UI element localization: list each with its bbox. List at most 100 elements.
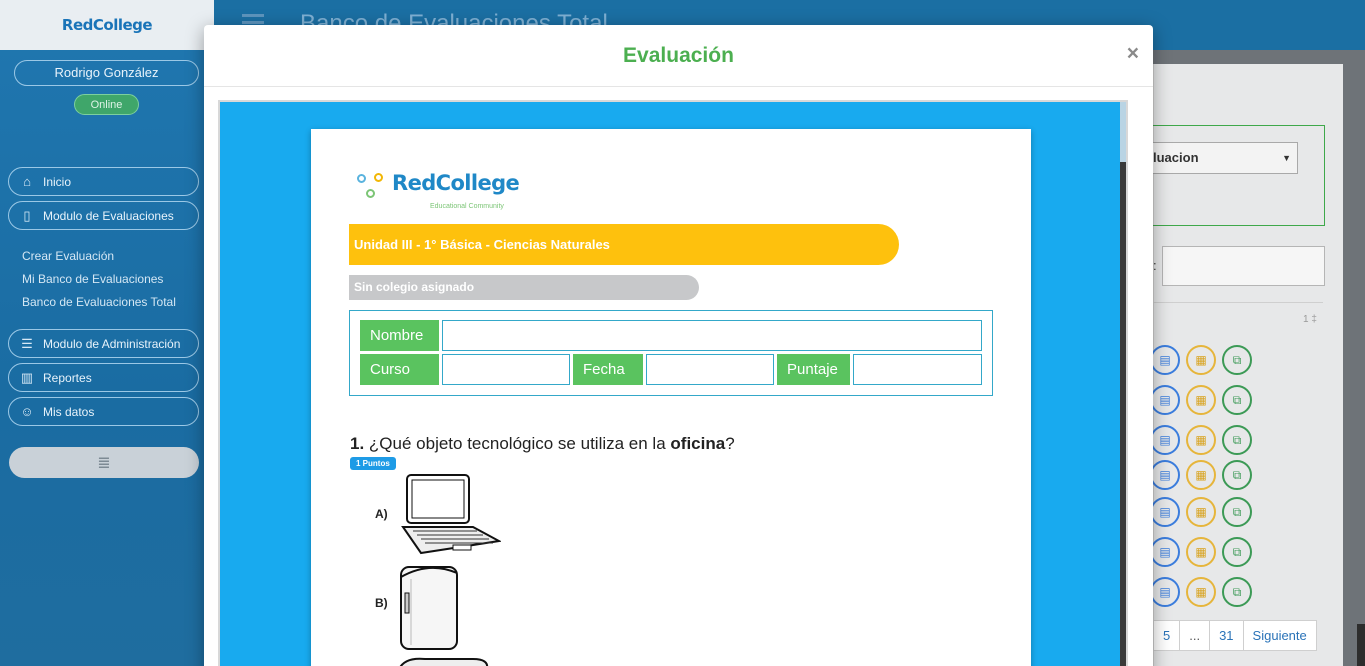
status-badge: Online	[74, 94, 139, 115]
table-icon[interactable]: ▦	[1186, 537, 1216, 567]
refrigerator-image	[400, 566, 458, 650]
document-icon[interactable]: ▤	[1150, 497, 1180, 527]
table-icon[interactable]: ▦	[1186, 460, 1216, 490]
row-actions: ▤ ▦ ⧉	[1150, 497, 1252, 527]
field-label-colon: :	[1153, 258, 1157, 273]
filter-select-value: luacion	[1153, 150, 1199, 165]
copy-icon[interactable]: ⧉	[1222, 385, 1252, 415]
document-icon[interactable]: ▤	[1150, 425, 1180, 455]
question-number: 1.	[350, 434, 365, 453]
scrollbar-top	[1357, 0, 1365, 50]
student-info-box: Nombre Curso Fecha Puntaje	[349, 310, 993, 396]
collapse-menu-button[interactable]: ≣	[9, 447, 199, 478]
sidebar-item-label: Reportes	[43, 370, 92, 385]
subnav-mi-banco[interactable]: Mi Banco de Evaluaciones	[22, 272, 163, 286]
document-icon[interactable]: ▤	[1150, 385, 1180, 415]
option-a-label: A)	[375, 507, 388, 521]
document-icon[interactable]: ▤	[1150, 537, 1180, 567]
sidebar-item-inicio[interactable]: ⌂ Inicio	[8, 167, 199, 196]
sidebar-item-evaluaciones[interactable]: ▯ Modulo de Evaluaciones	[8, 201, 199, 230]
network-logo-icon	[357, 171, 389, 201]
sidebar-item-label: Inicio	[43, 174, 72, 189]
filter-select[interactable]: luacion ▼	[1153, 142, 1298, 174]
search-input[interactable]	[1162, 246, 1325, 286]
file-icon: ▯	[23, 207, 31, 223]
puntaje-label: Puntaje	[777, 354, 850, 385]
nombre-label: Nombre	[360, 320, 439, 351]
modal-header: Evaluación ×	[204, 25, 1153, 87]
nombre-field[interactable]	[442, 320, 982, 351]
copy-icon[interactable]: ⧉	[1222, 577, 1252, 607]
next-page-link[interactable]: Siguiente	[1242, 621, 1316, 650]
row-actions: ▤ ▦ ⧉	[1150, 345, 1252, 375]
row-actions: ▤ ▦ ⧉	[1150, 460, 1252, 490]
copy-icon[interactable]: ⧉	[1222, 537, 1252, 567]
close-icon[interactable]: ×	[1127, 42, 1139, 66]
caret-down-icon: ▼	[1282, 153, 1291, 163]
curso-label: Curso	[360, 354, 439, 385]
table-icon[interactable]: ▦	[1186, 425, 1216, 455]
row-actions: ▤ ▦ ⧉	[1150, 385, 1252, 415]
curso-field[interactable]	[442, 354, 570, 385]
scrollbar-bottom	[1357, 624, 1365, 666]
page-link[interactable]: 31	[1209, 621, 1242, 650]
evaluation-modal: Evaluación × RedCollege Educational Comm…	[204, 25, 1153, 666]
filter-box	[1153, 125, 1325, 226]
sidebar-item-reportes[interactable]: ▥ Reportes	[8, 363, 199, 392]
result-count: 1 ‡	[1303, 314, 1317, 325]
sidebar-item-label: Modulo de Evaluaciones	[43, 208, 174, 223]
viewer-scrollbar-thumb[interactable]	[1120, 102, 1126, 162]
sidebar-item-label: Modulo de Administración	[43, 336, 181, 351]
document-icon[interactable]: ▤	[1150, 460, 1180, 490]
question-body: ¿Qué objeto tecnológico se utiliza en la	[368, 434, 666, 453]
page-ellipsis: ...	[1179, 621, 1209, 650]
evaluation-page: RedCollege Educational Community Unidad …	[311, 129, 1031, 666]
fecha-field[interactable]	[646, 354, 774, 385]
question-text: 1. ¿Qué objeto tecnológico se utiliza en…	[350, 434, 735, 454]
modal-title: Evaluación	[623, 44, 734, 67]
fecha-label: Fecha	[573, 354, 643, 385]
table-icon[interactable]: ▦	[1186, 385, 1216, 415]
table-icon[interactable]: ▦	[1186, 345, 1216, 375]
users-icon: ☺	[20, 403, 34, 419]
document-icon[interactable]: ▤	[1150, 577, 1180, 607]
puntaje-field[interactable]	[853, 354, 982, 385]
sidebar-item-administracion[interactable]: ☰ Modulo de Administración	[8, 329, 199, 358]
unit-title: Unidad III - 1° Básica - Ciencias Natura…	[349, 224, 899, 265]
copy-icon[interactable]: ⧉	[1222, 460, 1252, 490]
sidebar: RedCollege Rodrigo González Online ⌂ Ini…	[0, 0, 214, 666]
divider	[1153, 302, 1323, 303]
bar-chart-icon: ▥	[20, 369, 34, 385]
option-b-label: B)	[375, 596, 388, 610]
logo-subtitle: Educational Community	[430, 203, 504, 210]
user-name[interactable]: Rodrigo González	[14, 60, 199, 86]
laptop-image	[401, 474, 501, 555]
row-actions: ▤ ▦ ⧉	[1150, 577, 1252, 607]
document-viewer[interactable]: RedCollege Educational Community Unidad …	[218, 100, 1128, 666]
document-icon[interactable]: ▤	[1150, 345, 1180, 375]
brand-logo[interactable]: RedCollege	[62, 16, 153, 34]
viewer-scrollbar-track[interactable]	[1120, 162, 1126, 666]
subnav-crear-evaluacion[interactable]: Crear Evaluación	[22, 249, 114, 263]
table-icon[interactable]: ▦	[1186, 497, 1216, 527]
logo-text: RedCollege	[392, 171, 520, 195]
points-badge: 1 Puntos	[350, 457, 396, 470]
copy-icon[interactable]: ⧉	[1222, 345, 1252, 375]
pagination: 5 ... 31 Siguiente	[1153, 620, 1317, 651]
redcollege-logo: RedCollege Educational Community	[357, 171, 520, 210]
copy-icon[interactable]: ⧉	[1222, 497, 1252, 527]
question-end: ?	[725, 434, 735, 453]
hamburger-icon[interactable]	[242, 14, 264, 17]
school-name: Sin colegio asignado	[349, 275, 699, 300]
partial-option-image	[399, 657, 489, 666]
database-icon: ☰	[21, 335, 33, 351]
sidebar-item-mis-datos[interactable]: ☺ Mis datos	[8, 397, 199, 426]
table-icon[interactable]: ▦	[1186, 577, 1216, 607]
subnav-banco-total[interactable]: Banco de Evaluaciones Total	[22, 295, 176, 309]
menu-lines-icon: ≣	[97, 454, 111, 472]
row-actions: ▤ ▦ ⧉	[1150, 425, 1252, 455]
row-actions: ▤ ▦ ⧉	[1150, 537, 1252, 567]
page-link[interactable]: 5	[1154, 621, 1179, 650]
copy-icon[interactable]: ⧉	[1222, 425, 1252, 455]
question-keyword: oficina	[670, 434, 726, 453]
